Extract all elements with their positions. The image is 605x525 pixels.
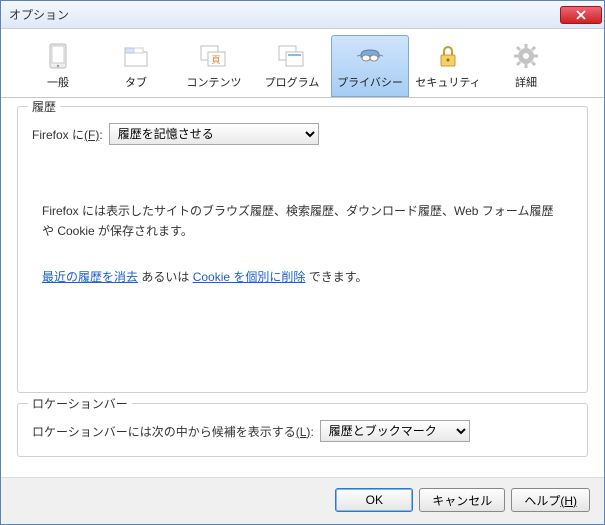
- tab-security[interactable]: セキュリティ: [409, 35, 487, 97]
- tab-tabs[interactable]: タブ: [97, 35, 175, 97]
- locationbar-select[interactable]: 履歴とブックマーク: [320, 420, 470, 442]
- options-window: オプション 一般 タブ 頁 コンテンツ プログラム プライバシー セキュリティ: [0, 0, 605, 525]
- locationbar-label: ロケーションバーには次の中から候補を表示する(L):: [32, 423, 314, 440]
- help-button[interactable]: ヘルプ(H): [511, 488, 590, 512]
- clear-history-link[interactable]: 最近の履歴を消去: [42, 270, 138, 284]
- tab-advanced[interactable]: 詳細: [487, 35, 565, 97]
- tab-privacy[interactable]: プライバシー: [331, 35, 409, 97]
- cancel-button[interactable]: キャンセル: [419, 488, 505, 512]
- locationbar-group: ロケーションバー ロケーションバーには次の中から候補を表示する(L): 履歴とブ…: [17, 403, 588, 457]
- history-legend: 履歴: [28, 98, 60, 115]
- general-icon: [42, 40, 74, 72]
- category-toolbar: 一般 タブ 頁 コンテンツ プログラム プライバシー セキュリティ 詳細: [1, 29, 604, 98]
- svg-text:頁: 頁: [211, 55, 220, 65]
- privacy-icon: [354, 40, 386, 72]
- history-group: 履歴 Firefox に(F): 履歴を記憶させる Firefox には表示した…: [17, 106, 588, 393]
- ok-button[interactable]: OK: [335, 488, 413, 512]
- close-button[interactable]: [560, 6, 602, 24]
- titlebar: オプション: [1, 1, 604, 29]
- tab-programs[interactable]: プログラム: [253, 35, 331, 97]
- security-icon: [432, 40, 464, 72]
- dialog-footer: OK キャンセル ヘルプ(H): [1, 477, 604, 524]
- programs-icon: [276, 40, 308, 72]
- history-mode-row: Firefox に(F): 履歴を記憶させる: [32, 123, 573, 145]
- tabs-icon: [120, 40, 152, 72]
- history-mode-select[interactable]: 履歴を記憶させる: [109, 123, 319, 145]
- content-area: 履歴 Firefox に(F): 履歴を記憶させる Firefox には表示した…: [1, 98, 604, 477]
- close-icon: [576, 10, 586, 20]
- history-prefix: Firefox に(F):: [32, 126, 103, 143]
- tab-general[interactable]: 一般: [19, 35, 97, 97]
- gear-icon: [510, 40, 542, 72]
- locationbar-legend: ロケーションバー: [28, 395, 132, 412]
- window-title: オプション: [9, 6, 69, 23]
- locationbar-row: ロケーションバーには次の中から候補を表示する(L): 履歴とブックマーク: [32, 420, 573, 442]
- history-description: Firefox には表示したサイトのブラウズ履歴、検索履歴、ダウンロード履歴、W…: [42, 201, 563, 242]
- content-icon: 頁: [198, 40, 230, 72]
- tab-content[interactable]: 頁 コンテンツ: [175, 35, 253, 97]
- delete-cookies-link[interactable]: Cookie を個別に削除: [193, 270, 306, 284]
- history-links-line: 最近の履歴を消去 あるいは Cookie を個別に削除 できます。: [42, 268, 563, 285]
